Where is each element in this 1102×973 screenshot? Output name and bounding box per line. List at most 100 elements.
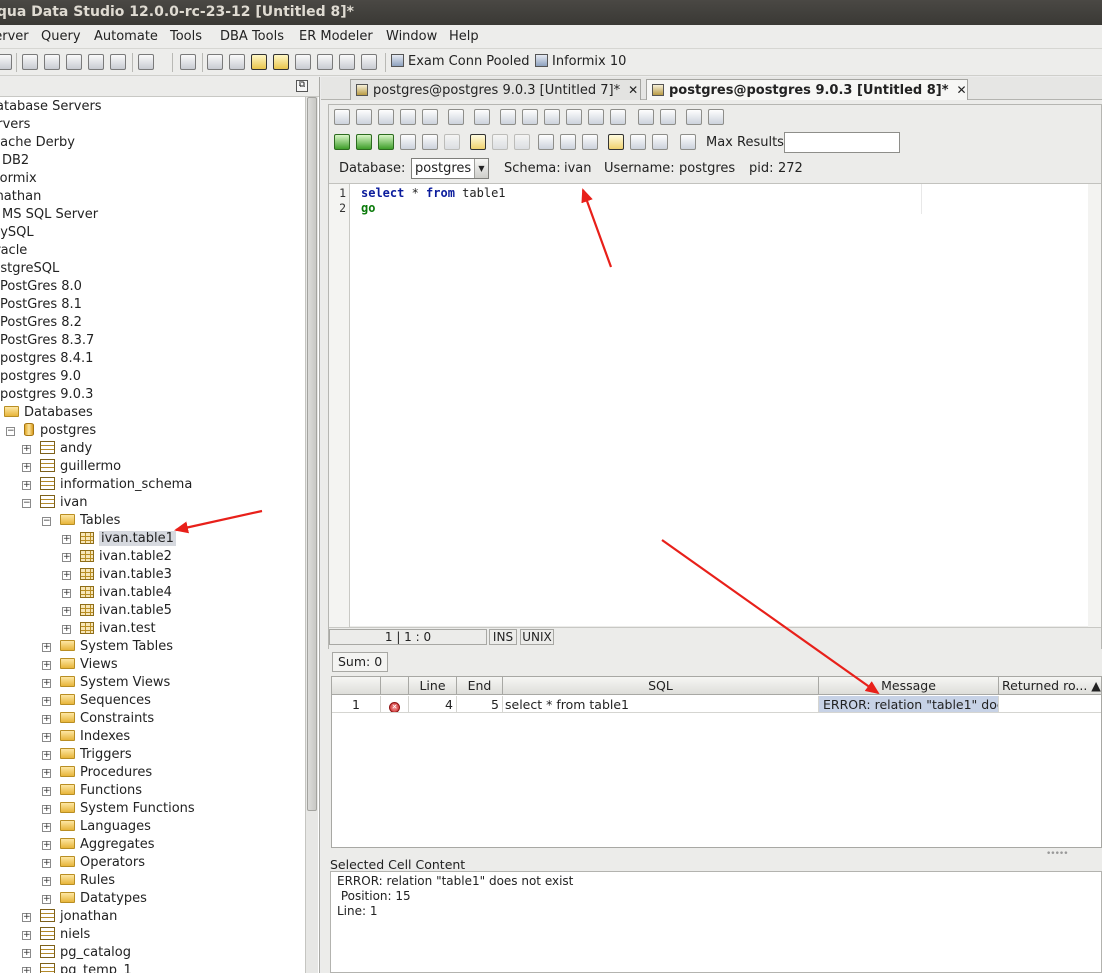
tree-node[interactable]: + System Functions (42, 800, 195, 818)
tree-node[interactable]: + ivan.table3 (62, 566, 172, 584)
tree-node[interactable]: + Sequences (42, 692, 151, 710)
expand-icon[interactable]: + (62, 571, 71, 580)
cell-line[interactable]: 4 (409, 696, 457, 713)
query-window-icon[interactable] (22, 54, 38, 70)
explain-plan-icon[interactable] (422, 134, 438, 150)
new-file-icon[interactable] (334, 109, 350, 125)
cascade-icon[interactable] (339, 54, 355, 70)
tree-node[interactable]: + Indexes (42, 728, 130, 746)
tree-node[interactable]: postgres 9.0.3 (0, 386, 93, 404)
cell-message[interactable]: ERROR: relation "table1" does not exist (819, 696, 999, 713)
collapse-icon[interactable]: − (6, 427, 15, 436)
layout-horizontal-icon[interactable] (295, 54, 311, 70)
tab-untitled-7[interactable]: postgres@postgres 9.0.3 [Untitled 7]* ✕ (350, 79, 641, 100)
sql-editor[interactable]: 1 2 select * from table1 go (329, 183, 1101, 627)
close-file-icon[interactable] (422, 109, 438, 125)
menu-window[interactable]: Window (386, 29, 437, 44)
tree-node[interactable]: Database Servers (0, 98, 102, 116)
tree-node[interactable]: DB2 (2, 152, 29, 170)
stop-icon[interactable] (444, 134, 460, 150)
layout-grid-icon[interactable] (273, 54, 289, 70)
tree-node[interactable]: MySQL (0, 224, 34, 242)
expand-icon[interactable]: + (42, 661, 51, 670)
parameters-icon[interactable] (582, 134, 598, 150)
expand-icon[interactable]: + (42, 859, 51, 868)
expand-icon[interactable]: + (62, 607, 71, 616)
tree-node[interactable]: + Datatypes (42, 890, 147, 908)
tree-node[interactable]: + System Tables (42, 638, 173, 656)
insert-mode[interactable]: INS (489, 629, 517, 645)
expand-icon[interactable]: + (22, 445, 31, 454)
tree-node[interactable]: −Databases (4, 404, 93, 422)
tree-node[interactable]: Servers (0, 116, 30, 134)
close-tab-icon[interactable]: ✕ (628, 80, 638, 100)
redo-icon[interactable] (610, 109, 626, 125)
column-header-line[interactable]: Line (409, 677, 457, 695)
execute-current-icon[interactable] (378, 134, 394, 150)
expand-icon[interactable]: + (62, 535, 71, 544)
undo-icon[interactable] (588, 109, 604, 125)
client-statistics-icon[interactable] (680, 134, 696, 150)
menu-dba-tools[interactable]: DBA Tools (220, 29, 284, 44)
close-tab-icon[interactable]: ✕ (957, 80, 967, 100)
tree-node[interactable]: Oracle (0, 242, 27, 260)
auto-commit-icon[interactable] (470, 134, 486, 150)
menu-query[interactable]: Query (41, 29, 81, 44)
open-file-icon[interactable] (356, 109, 372, 125)
menu-tools[interactable]: Tools (170, 29, 202, 44)
tree-node[interactable]: + ivan.table1 (62, 530, 176, 548)
tree-node[interactable]: + ivan.table5 (62, 602, 172, 620)
tree-node[interactable]: + guillermo (22, 458, 121, 476)
tree-node[interactable]: Apache Derby (0, 134, 75, 152)
expand-icon[interactable]: + (22, 463, 31, 472)
expand-icon[interactable]: + (42, 679, 51, 688)
tree-node[interactable]: + pg_temp_1 (22, 962, 132, 973)
expand-icon[interactable]: + (42, 877, 51, 886)
expand-icon[interactable]: + (22, 967, 31, 973)
tree-node[interactable]: + andy (22, 440, 92, 458)
tab-untitled-8[interactable]: postgres@postgres 9.0.3 [Untitled 8]* ✕ (646, 79, 968, 100)
tree-node[interactable]: − postgres (6, 422, 96, 440)
sql-code[interactable]: select * from table1 go (361, 186, 506, 215)
database-select[interactable]: postgres ▼ (411, 158, 489, 179)
tree-node[interactable]: + Functions (42, 782, 142, 800)
rollback-icon[interactable] (514, 134, 530, 150)
save-as-icon[interactable] (400, 109, 416, 125)
expand-icon[interactable]: + (42, 643, 51, 652)
tree-node[interactable]: PostgreSQL (0, 260, 59, 278)
tile-icon[interactable] (361, 54, 377, 70)
tree-node[interactable]: + niels (22, 926, 90, 944)
paste-icon[interactable] (566, 109, 582, 125)
tree-node[interactable]: + Constraints (42, 710, 154, 728)
expand-icon[interactable]: + (62, 625, 71, 634)
tree-node[interactable]: + information_schema (22, 476, 192, 494)
expand-icon[interactable]: + (22, 913, 31, 922)
menu-er-modeler[interactable]: ER Modeler (299, 29, 373, 44)
scrollbar-thumb[interactable] (307, 97, 317, 811)
tree-node[interactable]: postgres 9.0 (0, 368, 81, 386)
max-results-input[interactable] (784, 132, 900, 153)
tree-node[interactable]: PostGres 8.2 (0, 314, 82, 332)
tree-node[interactable]: + Views (42, 656, 118, 674)
tree-node[interactable]: + Rules (42, 872, 115, 890)
tree-node[interactable]: Informix (0, 170, 37, 188)
cut-icon[interactable] (522, 109, 538, 125)
expand-icon[interactable]: + (22, 949, 31, 958)
find-icon[interactable] (638, 109, 654, 125)
tree-node[interactable]: + Triggers (42, 746, 132, 764)
collapse-icon[interactable]: − (42, 517, 51, 526)
column-header-end[interactable]: End (457, 677, 503, 695)
tree-vertical-scrollbar[interactable] (305, 97, 318, 973)
layout-tabbed-icon[interactable] (251, 54, 267, 70)
compare-icon[interactable] (66, 54, 82, 70)
tree-node[interactable]: postgres 8.4.1 (0, 350, 93, 368)
tree-node[interactable]: PostGres 8.1 (0, 296, 82, 314)
connection-informix-10[interactable]: Informix 10 (535, 54, 626, 69)
expand-icon[interactable]: + (22, 931, 31, 940)
print-icon[interactable] (180, 54, 196, 70)
tree-node[interactable]: + ivan.test (62, 620, 156, 638)
tree-node[interactable]: + ivan.table4 (62, 584, 172, 602)
lowercase-icon[interactable] (708, 109, 724, 125)
results-sum-tab[interactable]: Sum: 0 (332, 652, 389, 672)
expand-icon[interactable]: + (42, 751, 51, 760)
